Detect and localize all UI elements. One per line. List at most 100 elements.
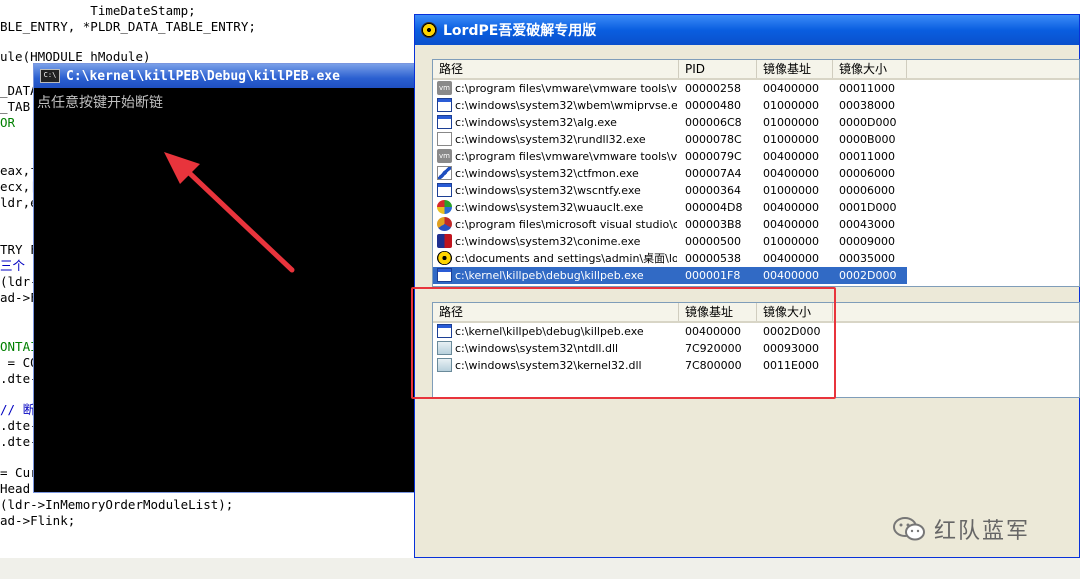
cell-path: c:\documents and settings\admin\桌面\load.… bbox=[455, 252, 677, 265]
code-line: .dte- bbox=[0, 434, 38, 449]
code-line: TRY F bbox=[0, 242, 38, 257]
table-row[interactable]: c:\windows\system32\wuauclt.exe 000004D8 0… bbox=[433, 199, 1079, 216]
cell-path: c:\program files\microsoft visual studio… bbox=[455, 218, 677, 231]
window-icon bbox=[437, 115, 452, 129]
cell-base: 01000000 bbox=[763, 116, 819, 129]
table-row[interactable]: c:\kernel\killpeb\debug\killpeb.exe 00000… bbox=[433, 267, 907, 284]
cell-path: c:\windows\system32\conime.exe bbox=[455, 235, 641, 248]
cell-size: 0000B000 bbox=[839, 133, 896, 146]
code-line: ecx,[ bbox=[0, 179, 38, 194]
cell-base: 00400000 bbox=[763, 252, 819, 265]
cell-base: 00400000 bbox=[763, 82, 819, 95]
cell-base: 01000000 bbox=[763, 133, 819, 146]
table-row[interactable]: c:\windows\system32\wscntfy.exe 00000364 0… bbox=[433, 182, 1079, 199]
column-header-pid[interactable]: PID bbox=[679, 60, 757, 78]
cell-base: 00400000 bbox=[763, 218, 819, 231]
cell-size: 00035000 bbox=[839, 252, 895, 265]
pen-icon bbox=[437, 166, 452, 180]
cell-base: 00400000 bbox=[763, 201, 819, 214]
code-line: (ldr->InMemoryOrderModuleList); bbox=[0, 497, 234, 512]
cell-pid: 00000364 bbox=[685, 184, 741, 197]
console-output: 点任意按键开始断链 bbox=[37, 95, 163, 111]
window-icon bbox=[437, 98, 452, 112]
code-line: BLE_ENTRY, *PLDR_DATA_TABLE_ENTRY; bbox=[0, 19, 256, 34]
window-icon bbox=[437, 268, 452, 282]
cell-pid: 00000538 bbox=[685, 252, 741, 265]
cell-base: 00400000 bbox=[763, 167, 819, 180]
cell-base: 00400000 bbox=[763, 150, 819, 163]
cell-size: 00009000 bbox=[839, 235, 895, 248]
code-line: ONTAI bbox=[0, 339, 38, 354]
code-line: // 断 bbox=[0, 402, 36, 417]
cell-pid: 000007A4 bbox=[685, 167, 742, 180]
page-icon bbox=[437, 132, 452, 146]
cell-path: c:\kernel\killpeb\debug\killpeb.exe bbox=[455, 269, 644, 282]
cell-size: 00011000 bbox=[839, 150, 895, 163]
cell-size: 00006000 bbox=[839, 184, 895, 197]
ime-icon bbox=[437, 234, 452, 248]
code-line: ad->F bbox=[0, 290, 38, 305]
cell-size: 00006000 bbox=[839, 167, 895, 180]
code-line: ldr,e bbox=[0, 195, 38, 210]
table-row[interactable]: c:\program files\microsoft visual studio… bbox=[433, 216, 1079, 233]
code-line: .dte- bbox=[0, 371, 38, 386]
table-row[interactable]: vm c:\program files\vmware\vmware tools\v… bbox=[433, 80, 1079, 97]
cell-size: 00038000 bbox=[839, 99, 895, 112]
table-row[interactable]: vm c:\program files\vmware\vmware tools\v… bbox=[433, 148, 1079, 165]
code-line: TimeDateStamp; bbox=[0, 3, 196, 18]
cell-pid: 000004D8 bbox=[685, 201, 743, 214]
code-line: _TAB bbox=[0, 99, 31, 114]
table-row[interactable]: c:\windows\system32\rundll32.exe 0000078C… bbox=[433, 131, 1079, 148]
annotation-red-box bbox=[411, 287, 836, 399]
code-line: = Cur bbox=[0, 465, 38, 480]
console-title: C:\kernel\killPEB\Debug\killPEB.exe bbox=[66, 68, 340, 84]
column-header-image-size[interactable]: 镜像大小 bbox=[833, 60, 907, 78]
code-line: ad->Flink; bbox=[0, 513, 76, 528]
process-list[interactable]: 路径 PID 镜像基址 镜像大小 vm c:\program files\vmwa… bbox=[432, 59, 1080, 287]
window-icon bbox=[437, 183, 452, 197]
globe-icon bbox=[437, 200, 452, 214]
code-line: = CO bbox=[0, 355, 38, 370]
cell-base: 01000000 bbox=[763, 184, 819, 197]
cell-pid: 00000500 bbox=[685, 235, 741, 248]
cell-size: 0002D000 bbox=[839, 269, 897, 282]
cell-pid: 000001F8 bbox=[685, 269, 741, 282]
code-line: eax,f bbox=[0, 163, 38, 178]
cell-path: c:\windows\system32\wuauclt.exe bbox=[455, 201, 644, 214]
table-row[interactable]: c:\windows\system32\ctfmon.exe 000007A4 00… bbox=[433, 165, 1079, 182]
process-list-header: 路径 PID 镜像基址 镜像大小 bbox=[433, 60, 1079, 80]
code-line: Head bbox=[0, 481, 31, 496]
code-line: 三个 bbox=[0, 258, 26, 273]
console-title-bar[interactable]: C:\ C:\kernel\killPEB\Debug\killPEB.exe bbox=[34, 64, 414, 88]
cell-base: 00400000 bbox=[763, 269, 819, 282]
lordpe-title-bar[interactable]: LordPE吾爱破解专用版 bbox=[415, 15, 1079, 45]
vs-icon bbox=[437, 217, 452, 231]
lordpe-title: LordPE吾爱破解专用版 bbox=[443, 23, 597, 39]
console-window[interactable]: C:\ C:\kernel\killPEB\Debug\killPEB.exe … bbox=[33, 63, 415, 493]
code-line: (ldr- bbox=[0, 274, 38, 289]
cell-size: 00011000 bbox=[839, 82, 895, 95]
cell-pid: 0000078C bbox=[685, 133, 742, 146]
vm-icon: vm bbox=[437, 81, 452, 95]
column-header-image-base[interactable]: 镜像基址 bbox=[757, 60, 833, 78]
cell-pid: 000003B8 bbox=[685, 218, 742, 231]
code-line: .dte- bbox=[0, 418, 38, 433]
column-header-path[interactable]: 路径 bbox=[433, 60, 679, 78]
table-row[interactable]: c:\windows\system32\alg.exe 000006C8 01000… bbox=[433, 114, 1079, 131]
cell-pid: 000006C8 bbox=[685, 116, 742, 129]
cell-pid: 0000079C bbox=[685, 150, 742, 163]
cell-path: c:\windows\system32\rundll32.exe bbox=[455, 133, 646, 146]
bottom-band bbox=[0, 558, 1080, 579]
cell-size: 0001D000 bbox=[839, 201, 897, 214]
watermark-text: 红队蓝军 bbox=[934, 519, 1031, 544]
cell-path: c:\program files\vmware\vmware tools\vmt… bbox=[455, 82, 677, 95]
vm-icon: vm bbox=[437, 149, 452, 163]
cell-path: c:\windows\system32\ctfmon.exe bbox=[455, 167, 639, 180]
table-row[interactable]: c:\windows\system32\conime.exe 00000500 01… bbox=[433, 233, 1079, 250]
code-line: _DATA bbox=[0, 83, 38, 98]
table-row[interactable]: c:\windows\system32\wbem\wmiprvse.exe 000… bbox=[433, 97, 1079, 114]
cell-pid: 00000480 bbox=[685, 99, 741, 112]
table-row[interactable]: c:\documents and settings\admin\桌面\load.… bbox=[433, 250, 1079, 267]
lordpe-icon bbox=[437, 251, 452, 265]
code-line: ule(HMODULE hModule) bbox=[0, 49, 151, 64]
